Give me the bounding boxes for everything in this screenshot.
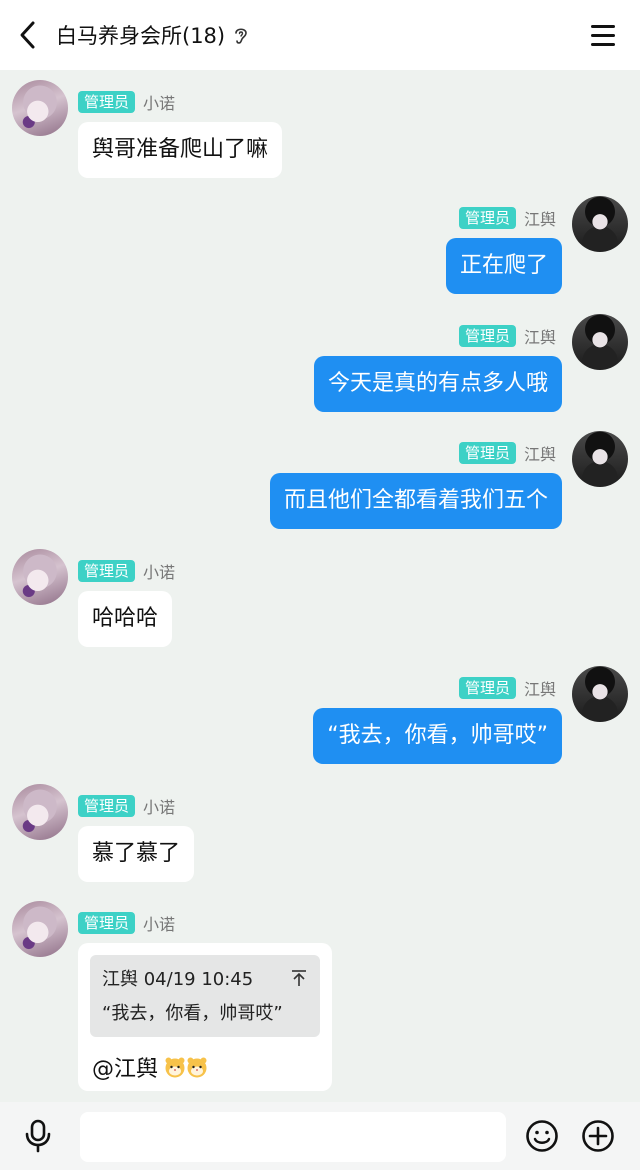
message-bubble[interactable]: 而且他们全都看着我们五个 (269, 473, 562, 529)
sender-name: 江舆 (523, 210, 556, 229)
admin-badge: 管理员 (78, 795, 136, 817)
mention-text[interactable]: @江舆 (92, 1051, 158, 1083)
sender-name: 江舆 (523, 328, 556, 347)
plus-circle-icon (582, 1120, 614, 1152)
avatar[interactable] (12, 784, 68, 840)
chat-title-area[interactable]: 白马养身会所(18) (56, 18, 251, 52)
admin-badge: 管理员 (458, 677, 516, 699)
message-bubble[interactable]: 哈哈哈 (78, 591, 173, 647)
add-button[interactable] (580, 1118, 616, 1154)
smiley-icon (526, 1120, 558, 1152)
avatar[interactable] (572, 666, 628, 722)
sender-name: 江舆 (523, 680, 556, 699)
voice-button[interactable] (20, 1118, 56, 1154)
message-bubble[interactable]: 舆哥准备爬山了嘛 (78, 122, 283, 178)
message-bubble[interactable]: 今天是真的有点多人哦 (313, 356, 562, 412)
avatar[interactable] (572, 431, 628, 487)
message-bubble[interactable]: 江舆 04/19 10:45 “我去，你看，帅哥哎” @江舆 (78, 943, 332, 1091)
admin-badge: 管理员 (458, 442, 516, 464)
chevron-left-icon (20, 21, 35, 49)
back-button[interactable] (10, 15, 46, 55)
admin-badge: 管理员 (78, 91, 136, 113)
admin-badge: 管理员 (78, 560, 136, 582)
avatar[interactable] (12, 901, 68, 957)
message-bubble[interactable]: 正在爬了 (445, 238, 562, 294)
message-meta: 管理员 小诺 (78, 911, 175, 935)
message-input[interactable] (80, 1112, 506, 1162)
ear-icon (233, 24, 251, 46)
sender-name: 小诺 (143, 94, 176, 113)
chat-header: 白马养身会所(18) (0, 0, 640, 70)
sender-name: 小诺 (143, 563, 176, 582)
avatar[interactable] (572, 196, 628, 252)
emoji-button[interactable] (524, 1118, 560, 1154)
sender-name: 江舆 (523, 445, 556, 464)
sender-name: 小诺 (143, 798, 176, 817)
avatar[interactable] (572, 314, 628, 370)
quote-header: 江舆 04/19 10:45 (102, 969, 254, 990)
hamburger-menu-icon (591, 24, 615, 28)
message-meta: 管理员 江舆 (458, 206, 556, 230)
message-bubble[interactable]: “我去，你看，帅哥哎” (313, 708, 562, 764)
jump-to-top-icon[interactable] (290, 969, 308, 987)
admin-badge: 管理员 (458, 207, 516, 229)
chat-title: 白马养身会所(18) (56, 24, 226, 48)
menu-button[interactable] (588, 20, 618, 50)
hamster-emoji-icon (165, 1057, 185, 1078)
message-meta: 管理员 小诺 (78, 559, 175, 583)
microphone-icon (25, 1119, 51, 1153)
message-meta: 管理员 小诺 (78, 794, 175, 818)
admin-badge: 管理员 (458, 325, 516, 347)
message-bubble[interactable]: 慕了慕了 (78, 826, 195, 882)
admin-badge: 管理员 (78, 912, 136, 934)
message-meta: 管理员 江舆 (458, 324, 556, 348)
message-meta: 管理员 江舆 (458, 441, 556, 465)
quote-text: “我去，你看，帅哥哎” (102, 1003, 283, 1024)
sender-name: 小诺 (143, 915, 176, 934)
message-meta: 管理员 小诺 (78, 90, 175, 114)
message-meta: 管理员 江舆 (458, 676, 556, 700)
hamster-emoji-icon (187, 1057, 207, 1078)
avatar[interactable] (12, 80, 68, 136)
quoted-message[interactable]: 江舆 04/19 10:45 “我去，你看，帅哥哎” (90, 955, 320, 1037)
avatar[interactable] (12, 549, 68, 605)
input-bar (0, 1102, 640, 1170)
